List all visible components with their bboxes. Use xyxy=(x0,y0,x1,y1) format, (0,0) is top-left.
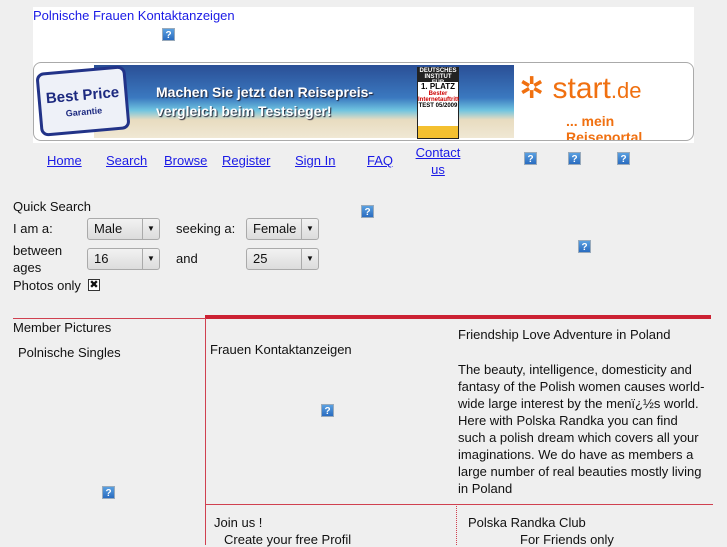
award-badge: DEUTSCHES INSTITUT FÜR SERVICE-QUALITÄT … xyxy=(417,67,459,139)
divider xyxy=(205,318,206,545)
nav-faq[interactable]: FAQ xyxy=(367,153,393,168)
question-mark-icon: ? xyxy=(578,240,591,253)
seeking-select[interactable]: Female ▼ xyxy=(246,218,319,240)
chevron-down-icon: ▼ xyxy=(301,249,318,269)
and-label: and xyxy=(176,251,198,266)
chevron-down-icon: ▼ xyxy=(142,249,159,269)
site-title-link[interactable]: Polnische Frauen Kontaktanzeigen xyxy=(33,8,235,23)
divider xyxy=(456,504,458,545)
ad-slogan: Machen Sie jetzt den Reisepreis-vergleic… xyxy=(156,84,374,119)
question-mark-icon: ? xyxy=(321,404,334,417)
chevron-down-icon: ▼ xyxy=(301,219,318,239)
best-price-logo: Best Price Garantie xyxy=(35,65,131,137)
photos-only-checkbox[interactable]: ✖ xyxy=(88,279,100,291)
polnische-singles-link[interactable]: Polnische Singles xyxy=(18,345,121,360)
age-to-select[interactable]: 25 ▼ xyxy=(246,248,319,270)
question-mark-icon: ? xyxy=(568,152,581,165)
nav-sign-in[interactable]: Sign In xyxy=(295,153,335,168)
ad-banner[interactable]: Best Price Garantie Machen Sie jetzt den … xyxy=(33,62,694,141)
question-mark-icon: ? xyxy=(361,205,374,218)
divider xyxy=(13,318,205,319)
ad-tagline: ... mein Reiseportal xyxy=(566,113,643,141)
question-mark-icon: ? xyxy=(102,486,115,499)
divider xyxy=(205,504,713,505)
section-divider xyxy=(205,315,711,319)
question-mark-icon: ? xyxy=(617,152,630,165)
question-mark-icon: ? xyxy=(162,28,175,41)
nav-register[interactable]: Register xyxy=(222,153,270,168)
seeking-label: seeking a: xyxy=(176,221,236,236)
nav-contact[interactable]: Contact us xyxy=(414,144,462,178)
club-title: Polska Randka Club xyxy=(468,515,586,530)
age-from-select[interactable]: 16 ▼ xyxy=(87,248,160,270)
start-de-logo: ✲ start.de xyxy=(519,72,642,105)
i-am-label: I am a: xyxy=(13,221,53,236)
chevron-down-icon: ▼ xyxy=(142,219,159,239)
right-title: Friendship Love Adventure in Poland xyxy=(458,327,671,342)
nav-home[interactable]: Home xyxy=(47,153,82,168)
nav-browse[interactable]: Browse xyxy=(164,153,207,168)
question-mark-icon: ? xyxy=(524,152,537,165)
center-title: Frauen Kontaktanzeigen xyxy=(210,342,352,357)
between-label: between ages xyxy=(13,243,63,275)
quick-search-title: Quick Search xyxy=(13,199,92,214)
member-pictures-title: Member Pictures xyxy=(13,320,112,335)
join-title: Join us ! xyxy=(214,515,263,530)
nav-search[interactable]: Search xyxy=(106,153,147,168)
gender-select[interactable]: Male ▼ xyxy=(87,218,160,240)
description-text: The beauty, intelligence, domesticity an… xyxy=(458,362,705,496)
photos-only-label: Photos only xyxy=(13,278,81,293)
